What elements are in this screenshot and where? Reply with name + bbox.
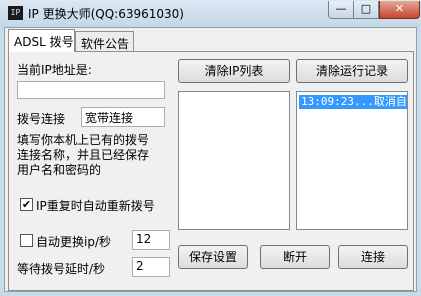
list-item[interactable]: 13:09:23...取消自 bbox=[299, 95, 407, 109]
title-bar: IP IP 更换大师(QQ:63961030) — □ ✕ bbox=[0, 0, 421, 27]
window-client: ADSL 拨号 软件公告 当前IP地址是: 拨号连接 宽带连接 填写你本机上已有… bbox=[4, 27, 417, 292]
close-button[interactable]: ✕ bbox=[379, 1, 420, 19]
window-title: IP 更换大师(QQ:63961030) bbox=[28, 7, 184, 21]
maximize-button[interactable]: □ bbox=[354, 1, 379, 19]
tab-panel: 当前IP地址是: 拨号连接 宽带连接 填写你本机上已有的拨号 连接名称，并且已经… bbox=[8, 51, 414, 291]
disconnect-button[interactable]: 断开 bbox=[260, 245, 330, 269]
clear-ip-list-button[interactable]: 清除IP列表 bbox=[178, 59, 290, 83]
current-ip-label: 当前IP地址是: bbox=[17, 63, 92, 77]
app-icon: IP bbox=[8, 6, 23, 20]
redial-checkbox-label: IP重复时自动重新拨号 bbox=[36, 199, 155, 213]
wait-delay-seconds-input[interactable]: 2 bbox=[132, 257, 170, 277]
minimize-button[interactable]: — bbox=[328, 1, 354, 19]
save-settings-button[interactable]: 保存设置 bbox=[178, 245, 248, 269]
current-ip-field[interactable] bbox=[17, 81, 165, 99]
hint-line: 填写你本机上已有的拨号 bbox=[17, 133, 150, 147]
tab-announcement[interactable]: 软件公告 bbox=[75, 31, 134, 52]
dial-connection-input[interactable]: 宽带连接 bbox=[81, 107, 165, 127]
hint-line: 连接名称，并且已经保存 bbox=[17, 148, 150, 162]
auto-change-label: 自动更换ip/秒 bbox=[36, 235, 111, 249]
dial-connection-hint: 填写你本机上已有的拨号 连接名称，并且已经保存 用户名和密码的 bbox=[17, 133, 149, 178]
connect-button[interactable]: 连接 bbox=[338, 245, 408, 269]
dial-connection-label: 拨号连接 bbox=[17, 112, 66, 126]
run-log-list[interactable]: 13:09:23...取消自 bbox=[296, 91, 408, 230]
ip-list[interactable] bbox=[178, 91, 290, 230]
wait-delay-label: 等待拨号延时/秒 bbox=[17, 262, 106, 276]
auto-change-checkbox[interactable] bbox=[20, 234, 33, 247]
hint-line: 用户名和密码的 bbox=[17, 163, 102, 177]
auto-change-seconds-input[interactable]: 12 bbox=[132, 230, 170, 250]
clear-log-button[interactable]: 清除运行记录 bbox=[296, 59, 408, 83]
tab-adsl-dial[interactable]: ADSL 拨号 bbox=[8, 29, 75, 52]
redial-checkbox[interactable]: ✔ bbox=[20, 198, 33, 211]
